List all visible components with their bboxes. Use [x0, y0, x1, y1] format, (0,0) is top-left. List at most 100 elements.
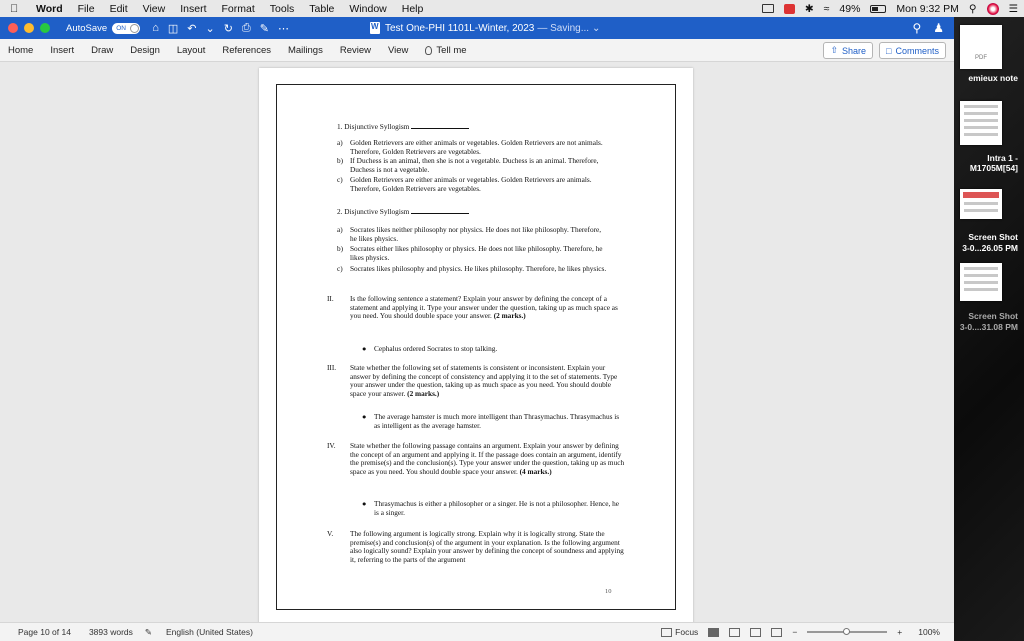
- tab-references[interactable]: References: [222, 45, 271, 56]
- comments-button[interactable]: □ Comments: [879, 42, 946, 59]
- q1-item-b: b) If Duchess is an animal, then she is …: [337, 156, 609, 174]
- screen-mirroring-icon[interactable]: [761, 4, 774, 13]
- chevron-down-icon[interactable]: ⌄: [205, 22, 214, 35]
- search-icon[interactable]: ⚲: [912, 21, 921, 35]
- menu-app-word[interactable]: Word: [36, 3, 63, 15]
- item-text: Socrates likes neither philosophy nor ph…: [350, 225, 602, 243]
- lightbulb-icon: [425, 45, 433, 55]
- share-person-icon[interactable]: ♟: [933, 21, 944, 35]
- menu-edit[interactable]: Edit: [110, 3, 128, 15]
- customize-icon[interactable]: ✎: [260, 22, 269, 35]
- save-icon[interactable]: ◫: [168, 22, 178, 35]
- draft-view-icon[interactable]: [771, 627, 783, 637]
- q2-item-a: a) Socrates likes neither philosophy nor…: [337, 225, 609, 243]
- desktop-label-5[interactable]: 3-0...26.05 PM: [954, 243, 1024, 253]
- menu-table[interactable]: Table: [309, 3, 334, 15]
- word-doc-icon: [370, 22, 380, 34]
- desktop-label-1[interactable]: emieux note: [954, 73, 1024, 83]
- battery-icon[interactable]: [870, 4, 887, 13]
- zoom-out-button[interactable]: −: [792, 627, 797, 637]
- tab-layout[interactable]: Layout: [177, 45, 206, 56]
- app-status-icon[interactable]: [783, 3, 795, 14]
- section-number: IV.: [327, 441, 336, 450]
- section-text: The following argument is logically stro…: [350, 529, 624, 564]
- item-text: If Duchess is an animal, then she is not…: [350, 156, 599, 174]
- undo-icon[interactable]: ↶: [187, 22, 196, 35]
- page-number: 10: [605, 588, 612, 595]
- autosave-toggle[interactable]: ON: [112, 22, 141, 34]
- item-text: Golden Retrievers are either animals or …: [350, 175, 592, 193]
- item-label: c): [337, 175, 343, 184]
- zoom-in-button[interactable]: +: [897, 627, 902, 637]
- zoom-level[interactable]: 100%: [918, 627, 940, 637]
- battery-percent: 49%: [839, 2, 861, 15]
- tab-review[interactable]: Review: [340, 45, 371, 56]
- zoom-slider[interactable]: [807, 628, 888, 635]
- document-thumbnail-icon[interactable]: [960, 101, 1002, 145]
- menu-insert[interactable]: Insert: [180, 3, 206, 15]
- menu-view[interactable]: View: [143, 3, 166, 15]
- q1-heading: 1. Disjunctive Syllogism: [337, 122, 470, 132]
- desktop-label-2[interactable]: Intra 1 -: [954, 153, 1024, 163]
- tab-draw[interactable]: Draw: [91, 45, 113, 56]
- home-icon[interactable]: ⌂: [152, 22, 159, 35]
- pdf-file-icon[interactable]: PDF: [960, 25, 1002, 69]
- title-bar-right: ⚲ ♟: [912, 17, 944, 39]
- tab-mailings[interactable]: Mailings: [288, 45, 323, 56]
- redo-icon[interactable]: ↻: [224, 22, 233, 35]
- item-text: Socrates likes philosophy and physics. H…: [350, 264, 607, 273]
- desktop-label-7[interactable]: 3-0....31.08 PM: [954, 322, 1024, 332]
- tab-design[interactable]: Design: [130, 45, 160, 56]
- web-layout-view-icon[interactable]: [729, 627, 741, 637]
- siri-icon[interactable]: [986, 2, 999, 15]
- desktop-label-3[interactable]: M1705M[54]: [954, 163, 1024, 173]
- bullet-dot: ●: [362, 412, 367, 421]
- document-page[interactable]: 1. Disjunctive Syllogism a) Golden Retri…: [259, 68, 693, 622]
- document-canvas[interactable]: 1. Disjunctive Syllogism a) Golden Retri…: [0, 62, 954, 622]
- screenshot-thumbnail-icon[interactable]: [960, 189, 1002, 219]
- control-center-icon[interactable]: ☰: [1009, 3, 1018, 15]
- bullet-text: Cephalus ordered Socrates to stop talkin…: [374, 344, 498, 353]
- zoom-window-button[interactable]: [40, 23, 50, 33]
- focus-icon: [661, 627, 673, 637]
- apple-icon[interactable]: : [10, 3, 24, 15]
- item-label: a): [337, 225, 343, 234]
- page-count[interactable]: Page 10 of 14: [18, 627, 71, 637]
- desktop-label-6[interactable]: Screen Shot: [954, 311, 1024, 321]
- word-count[interactable]: 3893 words: [89, 627, 133, 637]
- q1-title: 1. Disjunctive Syllogism: [337, 122, 410, 131]
- proofing-icon[interactable]: ✎: [145, 627, 152, 638]
- bluetooth-icon[interactable]: ✱: [805, 3, 814, 15]
- language[interactable]: English (United States): [166, 627, 253, 637]
- outline-view-icon[interactable]: [750, 627, 762, 637]
- menu-file[interactable]: File: [78, 3, 95, 15]
- clock[interactable]: Mon 9:32 PM: [896, 3, 958, 15]
- menu-window[interactable]: Window: [349, 3, 386, 15]
- more-icon[interactable]: ⋯: [278, 22, 289, 35]
- print-icon[interactable]: ⎙: [242, 22, 251, 35]
- focus-button[interactable]: Focus: [661, 627, 698, 637]
- tell-me-search[interactable]: Tell me: [425, 45, 467, 56]
- bullet-dot: ●: [362, 344, 367, 353]
- ribbon-right-actions: ⇧ Share □ Comments: [823, 42, 946, 59]
- menu-tools[interactable]: Tools: [270, 3, 295, 15]
- item-label: b): [337, 244, 344, 253]
- share-button[interactable]: ⇧ Share: [823, 42, 874, 59]
- close-window-button[interactable]: [8, 23, 18, 33]
- section-marks: (2 marks.): [493, 311, 526, 321]
- print-layout-view-icon[interactable]: [708, 627, 720, 637]
- section-marks: (2 marks.): [407, 388, 440, 398]
- document-title-area[interactable]: Test One-PHI 1101L-Winter, 2023 — Saving…: [370, 17, 600, 39]
- menu-format[interactable]: Format: [222, 3, 255, 15]
- menu-help[interactable]: Help: [402, 3, 424, 15]
- screenshot-thumbnail-icon[interactable]: [960, 263, 1002, 301]
- item-label: c): [337, 264, 343, 273]
- spotlight-search-icon[interactable]: ⚲: [969, 3, 977, 15]
- tab-home[interactable]: Home: [8, 45, 33, 56]
- tab-view[interactable]: View: [388, 45, 408, 56]
- minimize-window-button[interactable]: [24, 23, 34, 33]
- wifi-icon[interactable]: ≈: [824, 3, 830, 15]
- tab-insert[interactable]: Insert: [50, 45, 74, 56]
- desktop-label-4[interactable]: Screen Shot: [954, 232, 1024, 242]
- chevron-down-icon[interactable]: ⌄: [592, 23, 600, 34]
